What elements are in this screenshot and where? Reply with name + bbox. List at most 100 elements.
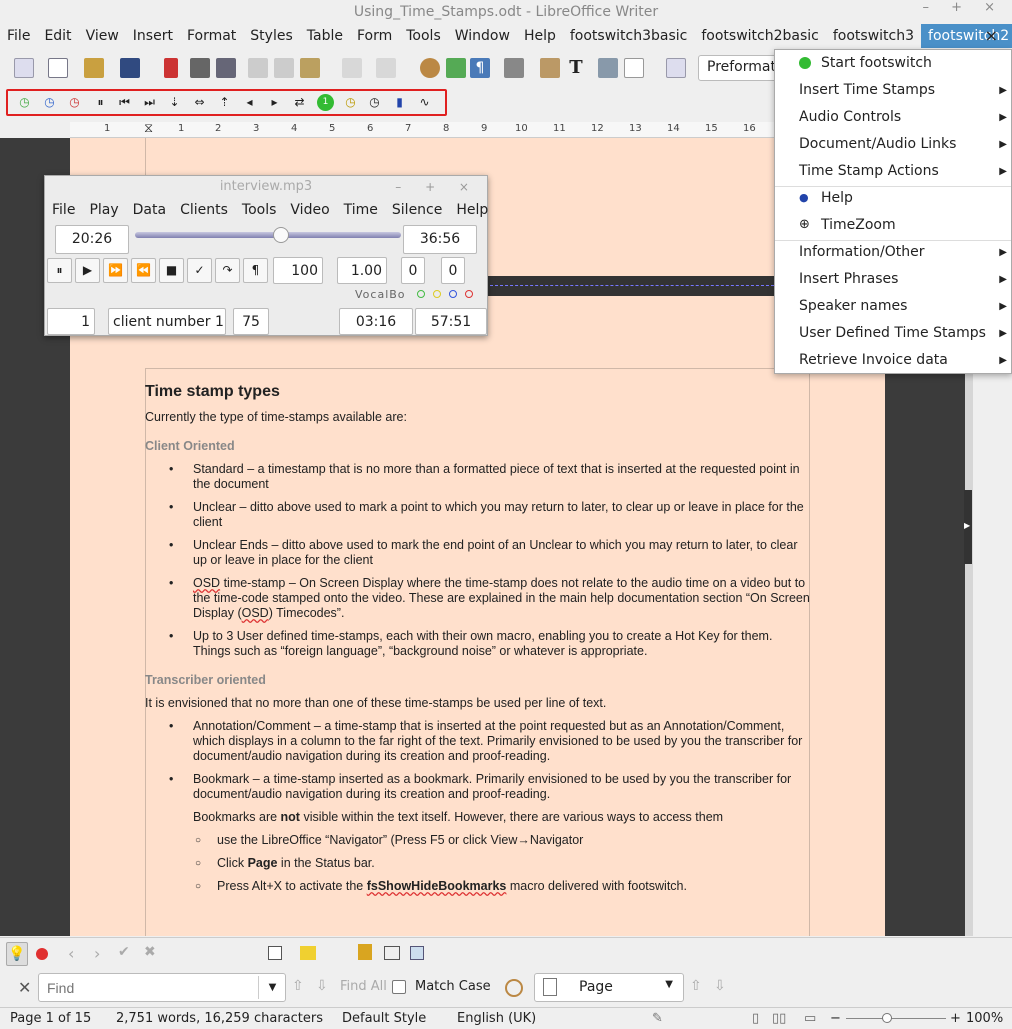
fast-forward-button[interactable]: ⏩: [103, 258, 128, 283]
client-number-field[interactable]: 1: [47, 308, 95, 335]
word-count[interactable]: 2,751 words, 16,259 characters: [116, 1008, 323, 1029]
client-rate-field[interactable]: 75: [233, 308, 269, 335]
footswitch-start-icon[interactable]: 1: [317, 94, 334, 111]
menu-table[interactable]: Table: [300, 24, 350, 48]
menu-format[interactable]: Format: [180, 24, 243, 48]
page-count[interactable]: Page 1 of 15: [10, 1008, 91, 1029]
zoom-slider[interactable]: [846, 1018, 946, 1019]
rewind-button[interactable]: ⏪: [131, 258, 156, 283]
volume-up-icon[interactable]: ▸: [266, 94, 283, 111]
menu-item-start-footswitch[interactable]: Start footswitch: [775, 50, 1011, 77]
accept-change-icon[interactable]: ✔: [118, 944, 130, 960]
single-page-view-icon[interactable]: ▯: [752, 1008, 759, 1029]
lightbulb-icon[interactable]: 💡: [6, 942, 28, 966]
bookmark-icon[interactable]: ▮: [391, 94, 408, 111]
stop-button[interactable]: ■: [159, 258, 184, 283]
cut-icon[interactable]: [248, 58, 268, 78]
clock-red-icon[interactable]: ◷: [66, 94, 83, 111]
menu-window[interactable]: Window: [448, 24, 517, 48]
manage-changes-icon[interactable]: [268, 946, 282, 960]
match-case-checkbox[interactable]: [392, 980, 406, 994]
export-pdf-icon[interactable]: [164, 58, 178, 78]
zoom-level[interactable]: 100%: [966, 1008, 1003, 1029]
menu-help[interactable]: Help: [517, 24, 563, 48]
find-replace-icon[interactable]: [420, 58, 440, 78]
menu-footswitch2basic[interactable]: footswitch2basic: [694, 24, 826, 48]
close-find-icon[interactable]: ✕: [18, 978, 31, 997]
navigate-next-icon[interactable]: ⇩: [714, 978, 726, 994]
find-dropdown-icon[interactable]: ▼: [258, 976, 286, 999]
clock-green-icon[interactable]: ◷: [16, 94, 33, 111]
zoom-out-icon[interactable]: −: [830, 1008, 841, 1029]
menu-insert[interactable]: Insert: [126, 24, 180, 48]
player-menu-file[interactable]: File: [45, 198, 82, 222]
skip-forward-icon[interactable]: ⏭: [141, 94, 158, 111]
menu-footswitch2[interactable]: footswitch2: [921, 24, 1012, 48]
reject-change-icon[interactable]: ✖: [144, 944, 156, 960]
player-menu-clients[interactable]: Clients: [173, 198, 235, 222]
insert-image-icon[interactable]: [540, 58, 560, 78]
play-button[interactable]: ▶: [75, 258, 100, 283]
new-document-icon[interactable]: [48, 58, 68, 78]
find-previous-icon[interactable]: ⇧: [292, 978, 304, 994]
find-input[interactable]: [38, 973, 286, 1002]
print-preview-icon[interactable]: [216, 58, 236, 78]
menu-item-retrieve-invoice-data[interactable]: Retrieve Invoice data ▶: [775, 347, 1011, 374]
next-change-icon[interactable]: ›: [94, 944, 100, 963]
jump-forward-icon[interactable]: ⇡: [216, 94, 233, 111]
value-a-field[interactable]: 0: [401, 257, 425, 284]
document-content[interactable]: Time stamp types Currently the type of t…: [145, 382, 810, 902]
spelling-icon[interactable]: [446, 58, 466, 78]
player-menu-silence[interactable]: Silence: [385, 198, 449, 222]
menu-view[interactable]: View: [79, 24, 126, 48]
compare-icon[interactable]: [384, 946, 400, 960]
merge-icon[interactable]: [410, 946, 424, 960]
audio-player-window[interactable]: interview.mp3 – + × File Play Data Clien…: [44, 175, 488, 336]
player-menu-time[interactable]: Time: [337, 198, 385, 222]
redo-icon[interactable]: [376, 58, 396, 78]
find-next-icon[interactable]: ⇩: [316, 978, 328, 994]
client-name-field[interactable]: client number 1: [108, 308, 226, 335]
menu-file[interactable]: File: [0, 24, 37, 48]
position-slider[interactable]: [135, 232, 401, 238]
menu-item-help[interactable]: ● Help: [775, 185, 1011, 212]
menu-item-speaker-names[interactable]: Speaker names ▶: [775, 293, 1011, 320]
find-all-button[interactable]: Find All: [340, 979, 387, 994]
player-menu-tools[interactable]: Tools: [235, 198, 284, 222]
swap-icon[interactable]: ⇄: [291, 94, 308, 111]
jump-back-icon[interactable]: ⇣: [166, 94, 183, 111]
navigate-by-select[interactable]: Page ▼: [534, 973, 684, 1002]
print-icon[interactable]: [190, 58, 210, 78]
find-replace-icon[interactable]: [505, 979, 523, 997]
speed-field[interactable]: 1.00: [337, 257, 387, 284]
toggle-edit-icon[interactable]: [14, 58, 34, 78]
language[interactable]: English (UK): [457, 1008, 536, 1029]
menu-item-insert-time-stamps[interactable]: Insert Time Stamps ▶: [775, 77, 1011, 104]
volume-field[interactable]: 100: [273, 257, 323, 284]
book-view-icon[interactable]: ▭: [804, 1008, 816, 1029]
sidebar-expand-icon[interactable]: ▶: [964, 521, 972, 533]
navigate-previous-icon[interactable]: ⇧: [690, 978, 702, 994]
player-menu-play[interactable]: Play: [82, 198, 125, 222]
menu-item-information-other[interactable]: Information/Other ▶: [775, 239, 1011, 266]
multi-page-view-icon[interactable]: ▯▯: [772, 1008, 786, 1029]
menu-edit[interactable]: Edit: [37, 24, 78, 48]
player-window-controls[interactable]: – + ×: [395, 176, 479, 198]
menu-item-time-stamp-actions[interactable]: Time Stamp Actions ▶: [775, 158, 1011, 185]
menu-item-document-audio-links[interactable]: Document/Audio Links ▶: [775, 131, 1011, 158]
menu-item-insert-phrases[interactable]: Insert Phrases ▶: [775, 266, 1011, 293]
zoom-slider-knob[interactable]: [882, 1013, 892, 1023]
copy-icon[interactable]: [274, 58, 294, 78]
close-document-icon[interactable]: ×: [985, 24, 998, 48]
insert-table-icon[interactable]: [504, 58, 524, 78]
previous-change-icon[interactable]: ‹: [68, 944, 74, 963]
ruler[interactable]: 1 ⧖ 1 2 3 4 5 6 7 8 9 10 11 12 13 14 15 …: [70, 121, 780, 138]
menu-item-timezoom[interactable]: ⊕ TimeZoom: [775, 212, 1011, 239]
paragraph-style-box[interactable]: Preformatt: [698, 55, 778, 81]
toggle-direction-icon[interactable]: ⇔: [191, 94, 208, 111]
clock-yellow-icon[interactable]: ◷: [342, 94, 359, 111]
player-menu-video[interactable]: Video: [283, 198, 336, 222]
menu-styles[interactable]: Styles: [243, 24, 299, 48]
player-menu-help[interactable]: Help: [449, 198, 495, 222]
redo-button[interactable]: ↷: [215, 258, 240, 283]
